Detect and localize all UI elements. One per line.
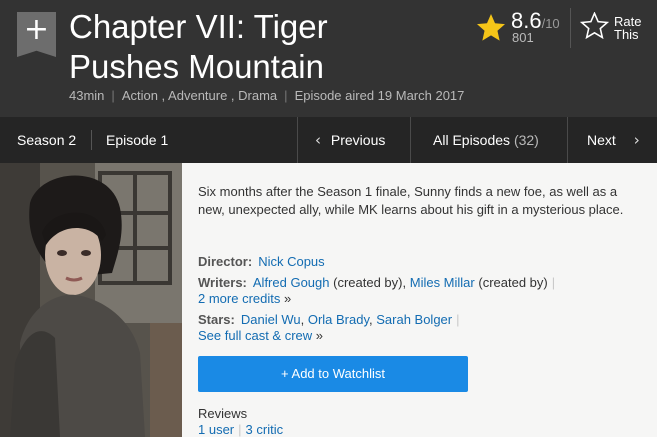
air-date[interactable]: Episode aired 19 March 2017 [295,88,465,103]
writer-link[interactable]: Miles Millar [410,275,475,290]
star-outline-icon [580,12,609,40]
stars-credit: Stars: Daniel Wu, Orla Brady, Sarah Bolge… [198,312,460,327]
rating-max: /10 [541,16,560,31]
previous-episode-button[interactable]: ‹ Previous [315,117,385,163]
episode-poster[interactable] [0,163,182,437]
reviews-label: Reviews [198,406,248,421]
writers-credit: Writers: Alfred Gough (created by), Miles… [198,275,556,290]
chevron-left-icon: ‹ [315,131,321,149]
divider [410,117,411,163]
critic-reviews-link[interactable]: 3 critic [246,422,284,437]
genres[interactable]: Action , Adventure , Drama [122,88,277,103]
rate-this-label: Rate This [614,14,642,42]
divider [567,117,568,163]
divider [91,130,92,150]
runtime: 43min [69,88,105,103]
plus-icon: + [23,12,50,47]
all-episodes-button[interactable]: All Episodes (32) [433,117,539,163]
full-cast-link[interactable]: See full cast & crew [198,328,312,343]
episode-navigation: Season 2 Episode 1 ‹ Previous All Episod… [0,117,657,163]
star-icon [477,14,505,41]
season-link[interactable]: Season 2 [17,117,76,163]
director-credit: Director: Nick Copus [198,253,325,270]
episode-header: + Chapter VII: Tiger Pushes Mountain 43m… [0,0,657,117]
more-credits-arrow: » [284,291,292,306]
full-cast: See full cast & crew » [198,327,323,344]
stars-label: Stars: [198,312,235,327]
episode-meta: 43min | Action , Adventure , Drama | Episode… [69,88,465,103]
star-link[interactable]: Orla Brady [308,312,369,327]
previous-label: Previous [330,132,386,148]
full-cast-arrow: » [315,328,324,343]
writers-label: Writers: [198,275,247,290]
next-episode-button[interactable]: Next › [587,117,640,163]
plot-summary: Six months after the Season 1 finale, Su… [198,184,624,217]
add-to-watchlist-ribbon-button[interactable]: + [17,12,56,57]
all-episodes-label: All Episodes [433,132,511,148]
star-link[interactable]: Sarah Bolger [376,312,452,327]
divider [297,117,298,163]
episode-details: Six months after the Season 1 finale, Su… [182,163,657,437]
next-label: Next [587,132,616,148]
director-link[interactable]: Nick Copus [258,254,324,269]
page-title: Chapter VII: Tiger Pushes Mountain [69,8,328,85]
episode-link[interactable]: Episode 1 [106,117,168,163]
writer-link[interactable]: Alfred Gough [253,275,330,290]
add-to-watchlist-button[interactable]: + Add to Watchlist [198,356,468,392]
poster-image [0,163,182,437]
divider [570,8,571,48]
episode-count: (32) [513,132,539,148]
star-link[interactable]: Daniel Wu [241,312,301,327]
more-credits: 2 more credits » [198,290,291,307]
rate-this-button[interactable]: Rate This [580,12,650,44]
user-reviews-link[interactable]: 1 user [198,422,234,437]
reviews-links: 1 user | 3 critic [198,422,284,437]
director-label: Director: [198,254,253,269]
more-credits-link[interactable]: 2 more credits [198,291,280,306]
writer-note: (created by) [478,275,548,290]
chevron-right-icon: › [633,131,640,149]
rating-count[interactable]: 801 [512,31,534,45]
writer-note: (created by), [333,275,407,290]
